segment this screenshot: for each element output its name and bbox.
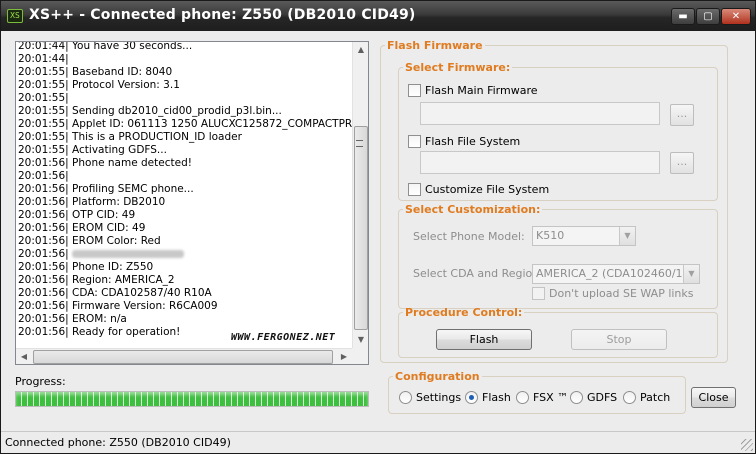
configuration-legend: Configuration bbox=[395, 370, 480, 383]
phone-model-value: K510 bbox=[536, 229, 565, 242]
resize-grip-icon[interactable] bbox=[741, 439, 753, 451]
title-bar[interactable]: XS XS++ - Connected phone: Z550 (DB2010 … bbox=[1, 1, 755, 31]
procedure-control-legend: Procedure Control: bbox=[405, 306, 523, 319]
log-line: 20:01:44| bbox=[18, 53, 69, 65]
radio-dot[interactable] bbox=[623, 391, 636, 404]
log-line: 20:01:55| Activating GDFS... bbox=[18, 144, 167, 156]
log-output[interactable]: 20:01:44| You have 30 seconds... 20:01:44… bbox=[15, 41, 369, 365]
progress-label: Progress: bbox=[15, 375, 66, 388]
scroll-corner bbox=[352, 348, 368, 364]
cda-region-select[interactable]: AMERICA_2 (CDA102460/101) ▼ bbox=[532, 264, 700, 284]
radio-flash-label: Flash bbox=[482, 391, 511, 404]
scroll-left-arrow-icon[interactable]: ◀ bbox=[16, 349, 32, 364]
stop-button[interactable]: Stop bbox=[571, 329, 667, 350]
vertical-scrollbar[interactable]: ▲ ▼ bbox=[352, 42, 368, 348]
chevron-down-icon[interactable]: ▼ bbox=[683, 265, 699, 283]
cda-region-label: Select CDA and Region: bbox=[413, 267, 543, 280]
phone-model-label: Select Phone Model: bbox=[413, 230, 525, 243]
radio-dot[interactable] bbox=[516, 391, 529, 404]
maximize-button[interactable]: ▢ bbox=[696, 8, 720, 25]
scroll-down-arrow-icon[interactable]: ▼ bbox=[353, 332, 368, 348]
log-line: 20:01:55| bbox=[18, 92, 69, 104]
flash-button[interactable]: Flash bbox=[436, 329, 532, 350]
log-line: 20:01:55| Protocol Version: 3.1 bbox=[18, 79, 180, 91]
redacted-value bbox=[72, 250, 185, 258]
progress-fill bbox=[16, 392, 368, 406]
log-line: 20:01:55| Sending db2010_cid00_prodid_p3… bbox=[18, 105, 282, 117]
customize-file-system-checkbox[interactable]: Customize File System bbox=[408, 183, 549, 196]
log-line: 20:01:56| Region: AMERICA_2 bbox=[18, 274, 175, 286]
main-firmware-path-field[interactable] bbox=[420, 102, 660, 125]
scroll-up-arrow-icon[interactable]: ▲ bbox=[353, 42, 368, 58]
log-lines: 20:01:44| You have 30 seconds... 20:01:44… bbox=[18, 41, 353, 348]
customize-file-system-label: Customize File System bbox=[425, 183, 550, 196]
vertical-scroll-thumb[interactable] bbox=[354, 126, 368, 330]
log-line: 20:01:56| EROM: n/a bbox=[18, 313, 127, 325]
log-line: 20:01:56| bbox=[18, 248, 353, 261]
radio-dot[interactable] bbox=[570, 391, 583, 404]
log-line: 20:01:56| CDA: CDA102587/40 R10A bbox=[18, 287, 212, 299]
log-line: 20:01:56| Firmware Version: R6CA009 bbox=[18, 300, 218, 312]
select-customization-legend: Select Customization: bbox=[405, 203, 541, 216]
app-window: XS XS++ - Connected phone: Z550 (DB2010 … bbox=[0, 0, 756, 454]
flash-file-system-label: Flash File System bbox=[425, 135, 521, 148]
log-line: 20:01:56| Platform: DB2010 bbox=[18, 196, 166, 208]
flash-main-firmware-label: Flash Main Firmware bbox=[425, 84, 538, 97]
scroll-grip-icon bbox=[356, 140, 363, 147]
no-upload-wap-links-label: Don't upload SE WAP links bbox=[549, 287, 694, 300]
no-upload-wap-links-checkbox[interactable]: Don't upload SE WAP links bbox=[532, 287, 694, 300]
status-text: Connected phone: Z550 (DB2010 CID49) bbox=[5, 436, 231, 449]
scroll-right-arrow-icon[interactable]: ▶ bbox=[336, 349, 352, 364]
status-bar: Connected phone: Z550 (DB2010 CID49) bbox=[1, 431, 755, 453]
checkbox-box[interactable] bbox=[408, 183, 421, 196]
log-line: 20:01:44| You have 30 seconds... bbox=[18, 41, 193, 52]
window-title: XS++ - Connected phone: Z550 (DB2010 CID… bbox=[29, 7, 416, 23]
radio-settings[interactable]: Settings bbox=[399, 391, 461, 404]
browse-file-system-button[interactable]: ... bbox=[670, 152, 694, 174]
radio-dot[interactable] bbox=[465, 391, 478, 404]
radio-flash[interactable]: Flash bbox=[465, 391, 511, 404]
cda-region-value: AMERICA_2 (CDA102460/101) bbox=[536, 267, 700, 280]
radio-patch[interactable]: Patch bbox=[623, 391, 670, 404]
log-line: 20:01:55| Baseband ID: 8040 bbox=[18, 66, 173, 78]
radio-gdfs[interactable]: GDFS bbox=[570, 391, 617, 404]
radio-gdfs-label: GDFS bbox=[587, 391, 618, 404]
log-line: 20:01:56| Phone name detected! bbox=[18, 157, 192, 169]
radio-dot[interactable] bbox=[399, 391, 412, 404]
checkbox-box[interactable] bbox=[532, 287, 545, 300]
radio-settings-label: Settings bbox=[416, 391, 462, 404]
checkbox-box[interactable] bbox=[408, 84, 421, 97]
flash-main-firmware-checkbox[interactable]: Flash Main Firmware bbox=[408, 84, 538, 97]
horizontal-scroll-thumb[interactable] bbox=[33, 350, 333, 364]
log-line: 20:01:56| Phone ID: Z550 bbox=[18, 261, 154, 273]
file-system-path-field[interactable] bbox=[420, 151, 660, 174]
browse-main-firmware-button[interactable]: ... bbox=[670, 104, 694, 126]
minimize-button[interactable]: ▬ bbox=[671, 8, 695, 25]
log-line: 20:01:56| Profiling SEMC phone... bbox=[18, 183, 194, 195]
close-window-button[interactable]: ✕ bbox=[721, 8, 751, 25]
log-line: 20:01:56| OTP CID: 49 bbox=[18, 209, 136, 221]
flash-file-system-checkbox[interactable]: Flash File System bbox=[408, 135, 520, 148]
log-line: 20:01:56| EROM CID: 49 bbox=[18, 222, 146, 234]
log-line: 20:01:56| bbox=[18, 170, 69, 182]
select-firmware-legend: Select Firmware: bbox=[405, 61, 511, 74]
select-firmware-group: Select Firmware: bbox=[398, 61, 718, 201]
checkbox-box[interactable] bbox=[408, 135, 421, 148]
close-button[interactable]: Close bbox=[691, 387, 736, 408]
progress-bar bbox=[15, 391, 369, 407]
horizontal-scrollbar[interactable]: ◀ ▶ bbox=[16, 348, 352, 364]
radio-patch-label: Patch bbox=[640, 391, 671, 404]
radio-fsx-label: FSX ™ bbox=[533, 391, 569, 404]
chevron-down-icon[interactable]: ▼ bbox=[619, 227, 635, 245]
flash-firmware-legend: Flash Firmware bbox=[387, 39, 483, 52]
log-line: 20:01:55| This is a PRODUCTION_ID loader bbox=[18, 131, 242, 143]
watermark: WWW.FERGONEZ.NET bbox=[231, 332, 336, 343]
log-line: 20:01:56| EROM Color: Red bbox=[18, 235, 161, 247]
app-icon: XS bbox=[7, 9, 23, 23]
log-line: 20:01:55| Applet ID: 061113 1250 ALUCXC1… bbox=[18, 118, 353, 130]
phone-model-select[interactable]: K510 ▼ bbox=[532, 226, 636, 246]
radio-fsx[interactable]: FSX ™ bbox=[516, 391, 568, 404]
